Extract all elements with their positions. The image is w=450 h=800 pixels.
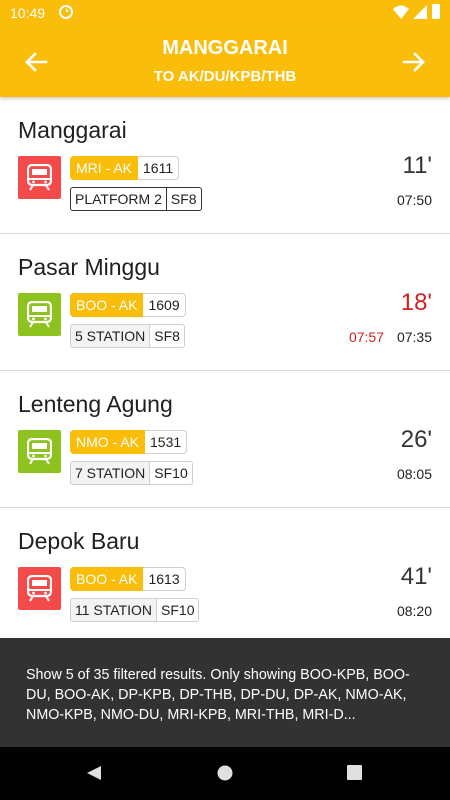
route-label: MRI - AK xyxy=(70,156,139,180)
departure-card[interactable]: Pasar Minggu BOO - AK 1609 5 STATION SF8 18' 0… xyxy=(0,234,450,371)
route-row: NMO - AK 1531 xyxy=(70,430,188,454)
position-label: PLATFORM 2 xyxy=(70,187,167,211)
info-row: PLATFORM 2 SF8 xyxy=(70,187,202,211)
minutes-until: 41' xyxy=(400,563,432,590)
snackbar-text: Show 5 of 35 filtered results. Only show… xyxy=(26,667,410,723)
train-icon xyxy=(27,301,52,328)
train-number: 1611 xyxy=(138,156,180,180)
system-nav-bar xyxy=(0,747,450,800)
formation-label: SF10 xyxy=(150,461,193,485)
app-bar: MANGGARAI TO AK/DU/KPB/THB xyxy=(0,26,450,97)
train-icon xyxy=(27,575,52,602)
train-type-badge xyxy=(18,156,61,199)
train-number: 1609 xyxy=(143,293,186,317)
train-type-badge xyxy=(18,293,61,336)
minutes-until: 11' xyxy=(402,152,433,179)
arrow-right-icon[interactable] xyxy=(400,48,428,76)
page-title: MANGGARAI xyxy=(162,37,288,59)
route-label: BOO - AK xyxy=(70,293,144,317)
estimated-time: 07:57 xyxy=(348,329,384,345)
snackbar: Show 5 of 35 filtered results. Only show… xyxy=(0,638,450,747)
train-number: 1613 xyxy=(143,567,186,591)
station-name: Depok Baru xyxy=(18,528,140,554)
scheduled-time: 07:35 xyxy=(396,329,432,345)
info-row: 11 STATION SF10 xyxy=(70,598,200,622)
train-number: 1531 xyxy=(145,430,188,454)
station-name: Pasar Minggu xyxy=(18,254,160,280)
status-time: 10:49 xyxy=(10,5,46,21)
departure-card[interactable]: Manggarai MRI - AK 1611 PLATFORM 2 SF8 11' 07:… xyxy=(0,97,450,234)
route-row: BOO - AK 1613 xyxy=(70,567,186,591)
sync-icon xyxy=(59,5,73,19)
station-name: Manggarai xyxy=(18,117,127,143)
train-type-badge xyxy=(18,567,61,610)
position-label: 7 STATION xyxy=(70,461,151,485)
route-row: BOO - AK 1609 xyxy=(70,293,186,317)
battery-icon xyxy=(432,4,440,19)
station-name: Lenteng Agung xyxy=(18,391,173,417)
position-label: 5 STATION xyxy=(70,324,151,348)
scheduled-time: 08:05 xyxy=(396,466,432,482)
back-triangle-icon[interactable] xyxy=(86,765,102,781)
recents-square-icon[interactable] xyxy=(347,765,362,780)
formation-label: SF8 xyxy=(150,324,185,348)
formation-label: SF8 xyxy=(166,187,202,211)
info-row: 7 STATION SF10 xyxy=(70,461,193,485)
departure-card[interactable]: Depok Baru BOO - AK 1613 11 STATION SF10 41' 0… xyxy=(0,508,450,645)
train-icon xyxy=(27,164,52,191)
route-row: MRI - AK 1611 xyxy=(70,156,180,180)
scheduled-time: 07:50 xyxy=(396,192,432,208)
status-bar: 10:49 xyxy=(0,0,450,26)
route-label: BOO - AK xyxy=(70,567,144,591)
train-icon xyxy=(27,438,52,465)
scheduled-time: 08:20 xyxy=(396,603,432,619)
position-label: 11 STATION xyxy=(70,598,158,622)
minutes-until: 18' xyxy=(400,289,432,316)
departure-card[interactable]: Lenteng Agung NMO - AK 1531 7 STATION SF10 26… xyxy=(0,371,450,508)
minutes-until: 26' xyxy=(400,426,432,453)
train-type-badge xyxy=(18,430,61,473)
wifi-icon xyxy=(393,5,409,19)
formation-label: SF10 xyxy=(157,598,200,622)
page-subtitle: TO AK/DU/KPB/THB xyxy=(153,68,297,85)
route-label: NMO - AK xyxy=(70,430,146,454)
info-row: 5 STATION SF8 xyxy=(70,324,185,348)
signal-icon xyxy=(413,5,427,19)
home-circle-icon[interactable] xyxy=(217,765,233,781)
